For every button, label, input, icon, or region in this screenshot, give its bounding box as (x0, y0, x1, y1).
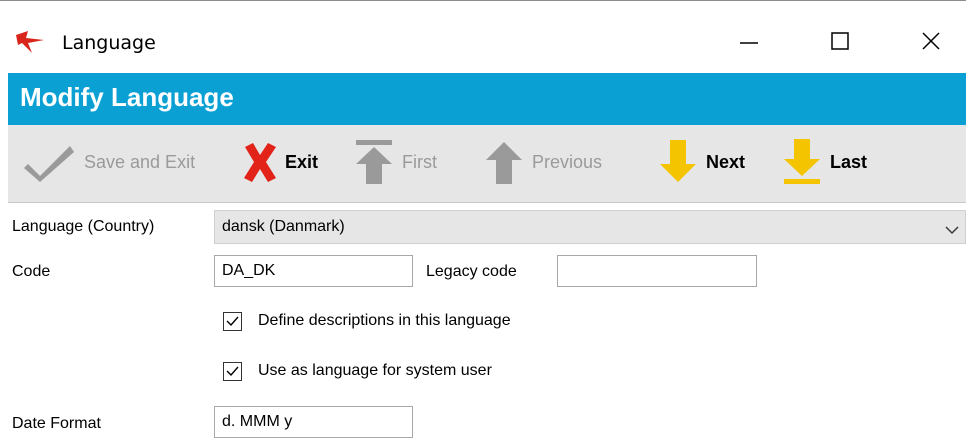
exit-x-icon (241, 141, 279, 183)
last-button[interactable]: Last (782, 137, 867, 187)
chevron-down-icon (945, 222, 959, 240)
code-input[interactable]: DA_DK (214, 255, 413, 287)
date-format-label: Date Format (12, 415, 101, 432)
first-label: First (402, 151, 437, 172)
previous-button[interactable]: Previous (484, 137, 602, 187)
exit-label: Exit (285, 151, 319, 172)
close-button[interactable] (904, 23, 958, 63)
date-format-input[interactable]: d. MMM y (214, 406, 413, 438)
define-descriptions-label[interactable]: Define descriptions in this language (258, 312, 511, 330)
code-label: Code (12, 263, 51, 280)
language-window: Language Modify Language Save and Exit E… (0, 0, 966, 443)
maximize-icon (830, 31, 850, 56)
checkmark-icon (24, 140, 78, 184)
maximize-button[interactable] (813, 23, 867, 63)
first-button[interactable]: First (354, 137, 437, 187)
next-label: Next (706, 151, 746, 172)
system-user-checkbox[interactable] (223, 362, 242, 381)
close-icon (921, 31, 941, 56)
previous-label: Previous (532, 151, 603, 172)
checkmark-icon (226, 316, 239, 327)
last-label: Last (830, 151, 868, 172)
arrow-last-icon (782, 137, 824, 187)
define-descriptions-checkbox[interactable] (223, 312, 242, 331)
app-logo-icon (14, 29, 48, 55)
title-bar: Language (0, 1, 966, 73)
minimize-button[interactable] (722, 23, 776, 63)
minimize-icon (739, 31, 759, 56)
legacy-code-label: Legacy code (426, 263, 517, 280)
toolbar: Save and Exit Exit First Previous Next L… (8, 125, 966, 203)
page-title: Modify Language (20, 82, 234, 112)
exit-button[interactable]: Exit (241, 137, 318, 187)
arrow-up-icon (484, 138, 526, 186)
language-country-select[interactable]: dansk (Danmark) (214, 210, 966, 244)
legacy-code-input[interactable] (557, 255, 757, 287)
arrow-first-icon (354, 138, 396, 186)
header-band: Modify Language (8, 73, 966, 125)
arrow-down-icon (658, 138, 700, 186)
system-user-label[interactable]: Use as language for system user (258, 362, 492, 380)
language-country-value: dansk (Danmark) (222, 218, 345, 235)
window-title: Language (62, 32, 156, 54)
checkmark-icon (226, 366, 239, 377)
next-button[interactable]: Next (658, 137, 745, 187)
save-and-exit-label: Save and Exit (84, 151, 196, 172)
language-country-label: Language (Country) (12, 218, 155, 235)
save-and-exit-button[interactable]: Save and Exit (24, 137, 195, 187)
